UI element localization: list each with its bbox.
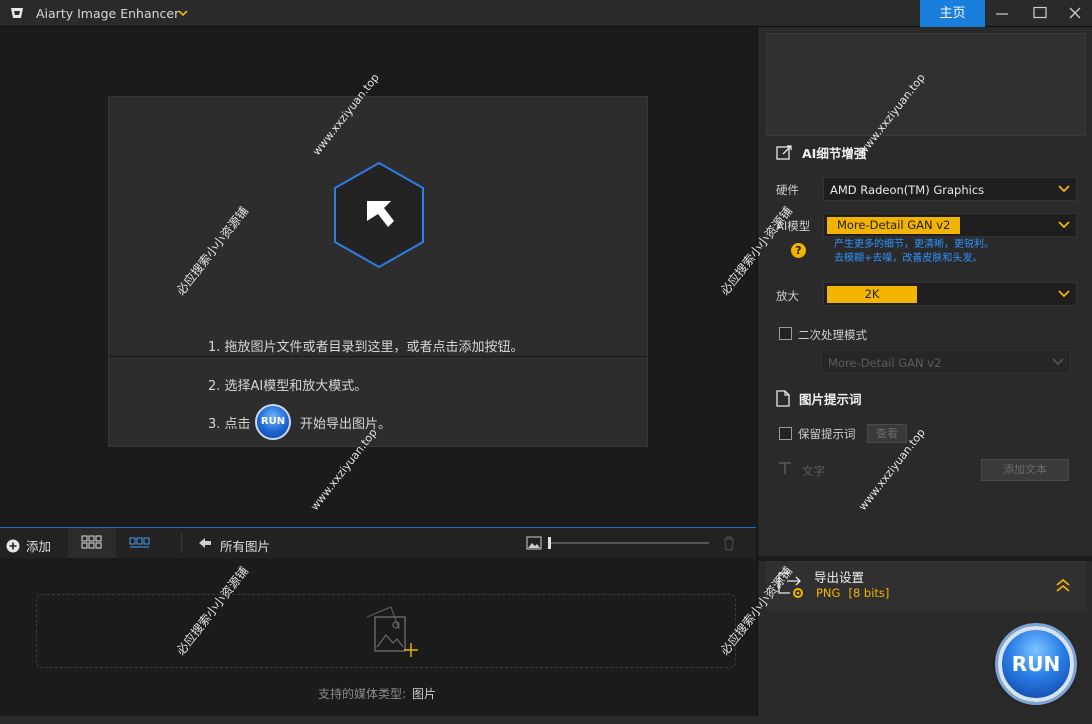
model-value: More-Detail GAN v2 [827, 217, 961, 234]
chevron-down-icon [1058, 290, 1070, 298]
image-list-drop-zone[interactable] [36, 594, 736, 668]
add-image-icon [366, 606, 418, 657]
media-types-label: 支持的媒体类型: [318, 687, 407, 701]
prompt-header: 图片提示词 [776, 389, 862, 408]
instruction-step-2: 2. 选择AI模型和放大模式。 [208, 379, 368, 394]
instruction-step-3-prefix: 3. 点击 [208, 417, 251, 432]
run-icon-mini: RUN [255, 404, 291, 440]
minimize-icon [996, 13, 1008, 15]
export-settings-title: 导出设置 [814, 570, 865, 585]
export-settings-row[interactable]: 导出设置 PNG [8 bits] [766, 561, 1086, 611]
close-button[interactable] [1058, 0, 1092, 27]
media-types-value: 图片 [412, 687, 437, 701]
grid-view-button[interactable] [68, 528, 116, 558]
status-bar [0, 716, 1092, 724]
scale-label: 放大 [776, 289, 799, 303]
enhance-icon [776, 145, 792, 160]
model-description-line-2: 去模糊+去噪，改善皮肤和头发。 [834, 253, 983, 264]
instruction-step-1: 1. 拖放图片文件或者目录到这里，或者点击添加按钮。 [208, 340, 524, 355]
title-bar: Aiarty Image Enhancer 主页 [0, 0, 1092, 27]
hardware-label: 硬件 [776, 183, 799, 197]
model-select[interactable]: More-Detail GAN v2 [823, 213, 1077, 237]
second-pass-checkbox[interactable] [779, 327, 792, 340]
export-format-value: PNG [816, 586, 841, 600]
add-button[interactable]: 添加 [6, 536, 51, 555]
chevron-down-icon [1058, 221, 1070, 229]
view-prompt-button[interactable]: 查看 [867, 424, 907, 443]
settings-panel: AI细节增强 硬件 AMD Radeon(TM) Graphics AI模型 M… [757, 27, 1092, 716]
add-text-button[interactable]: 添加文本 [981, 459, 1069, 481]
chevron-double-up-icon[interactable] [1055, 577, 1071, 593]
chevron-down-icon[interactable] [176, 6, 190, 20]
filmstrip-view-button[interactable] [116, 528, 164, 558]
text-tool-icon [779, 462, 791, 474]
app-logo-icon [11, 8, 23, 18]
minimize-button[interactable] [985, 0, 1019, 27]
image-list-toolbar: 添加 所有图片 [0, 527, 756, 558]
keep-prompt-checkbox[interactable] [779, 427, 792, 440]
second-pass-label[interactable]: 二次处理模式 [798, 327, 867, 343]
thumbnail-size-slider[interactable] [549, 542, 709, 544]
app-title: Aiarty Image Enhancer [36, 6, 180, 21]
help-icon[interactable]: ? [791, 243, 806, 258]
document-icon [776, 390, 790, 407]
filmstrip-view-icon [129, 537, 150, 548]
chevron-down-icon [1052, 358, 1064, 366]
preview-thumbnail [766, 33, 1086, 136]
keep-prompt-label[interactable]: 保留提示词 [798, 426, 856, 442]
model-description: 产生更多的细节，更清晰，更锐利。 去模糊+去噪，改善皮肤和头发。 [834, 238, 994, 266]
all-images-label[interactable]: 所有图片 [220, 536, 270, 555]
supported-media-types: 支持的媒体类型: 图片 [318, 685, 436, 702]
main-preview-area[interactable]: 1. 拖放图片文件或者目录到这里，或者点击添加按钮。 2. 选择AI模型和放大模… [0, 27, 756, 527]
export-bits-value: [8 bits] [848, 586, 890, 600]
hardware-select[interactable]: AMD Radeon(TM) Graphics [823, 177, 1077, 201]
ai-enhance-title: AI细节增强 [802, 146, 867, 161]
plus-circle-icon [6, 539, 20, 552]
toolbar-separator [181, 533, 182, 553]
scale-value: 2K [827, 286, 917, 303]
hardware-value: AMD Radeon(TM) Graphics [830, 183, 985, 197]
second-pass-model-select[interactable]: More-Detail GAN v2 [821, 350, 1071, 374]
scale-select[interactable]: 2K [823, 282, 1077, 306]
trash-icon[interactable] [722, 535, 736, 551]
image-list-area: 支持的媒体类型: 图片 [0, 558, 756, 716]
add-button-label: 添加 [26, 539, 52, 554]
ai-enhance-header: AI细节增强 [776, 143, 866, 162]
model-description-line-1: 产生更多的细节，更清晰，更锐利。 [834, 239, 994, 250]
second-pass-model-value: More-Detail GAN v2 [828, 356, 942, 370]
grid-view-icon [81, 535, 102, 549]
back-arrow-icon[interactable] [198, 537, 212, 549]
text-label: 文字 [802, 464, 825, 478]
chevron-down-icon [1058, 185, 1070, 193]
maximize-button[interactable] [1023, 0, 1057, 27]
prompt-title: 图片提示词 [799, 392, 862, 407]
card-divider [109, 356, 647, 357]
export-format: PNG [8 bits] [816, 586, 889, 600]
home-button[interactable]: 主页 [920, 0, 985, 27]
slider-thumb[interactable] [548, 537, 551, 549]
instruction-step-3-suffix: 开始导出图片。 [300, 417, 392, 432]
run-button[interactable]: RUN [998, 626, 1074, 702]
image-size-icon [526, 536, 542, 550]
close-icon [1069, 7, 1081, 19]
maximize-icon [1033, 6, 1047, 19]
add-file-hexagon-icon[interactable] [329, 159, 429, 271]
